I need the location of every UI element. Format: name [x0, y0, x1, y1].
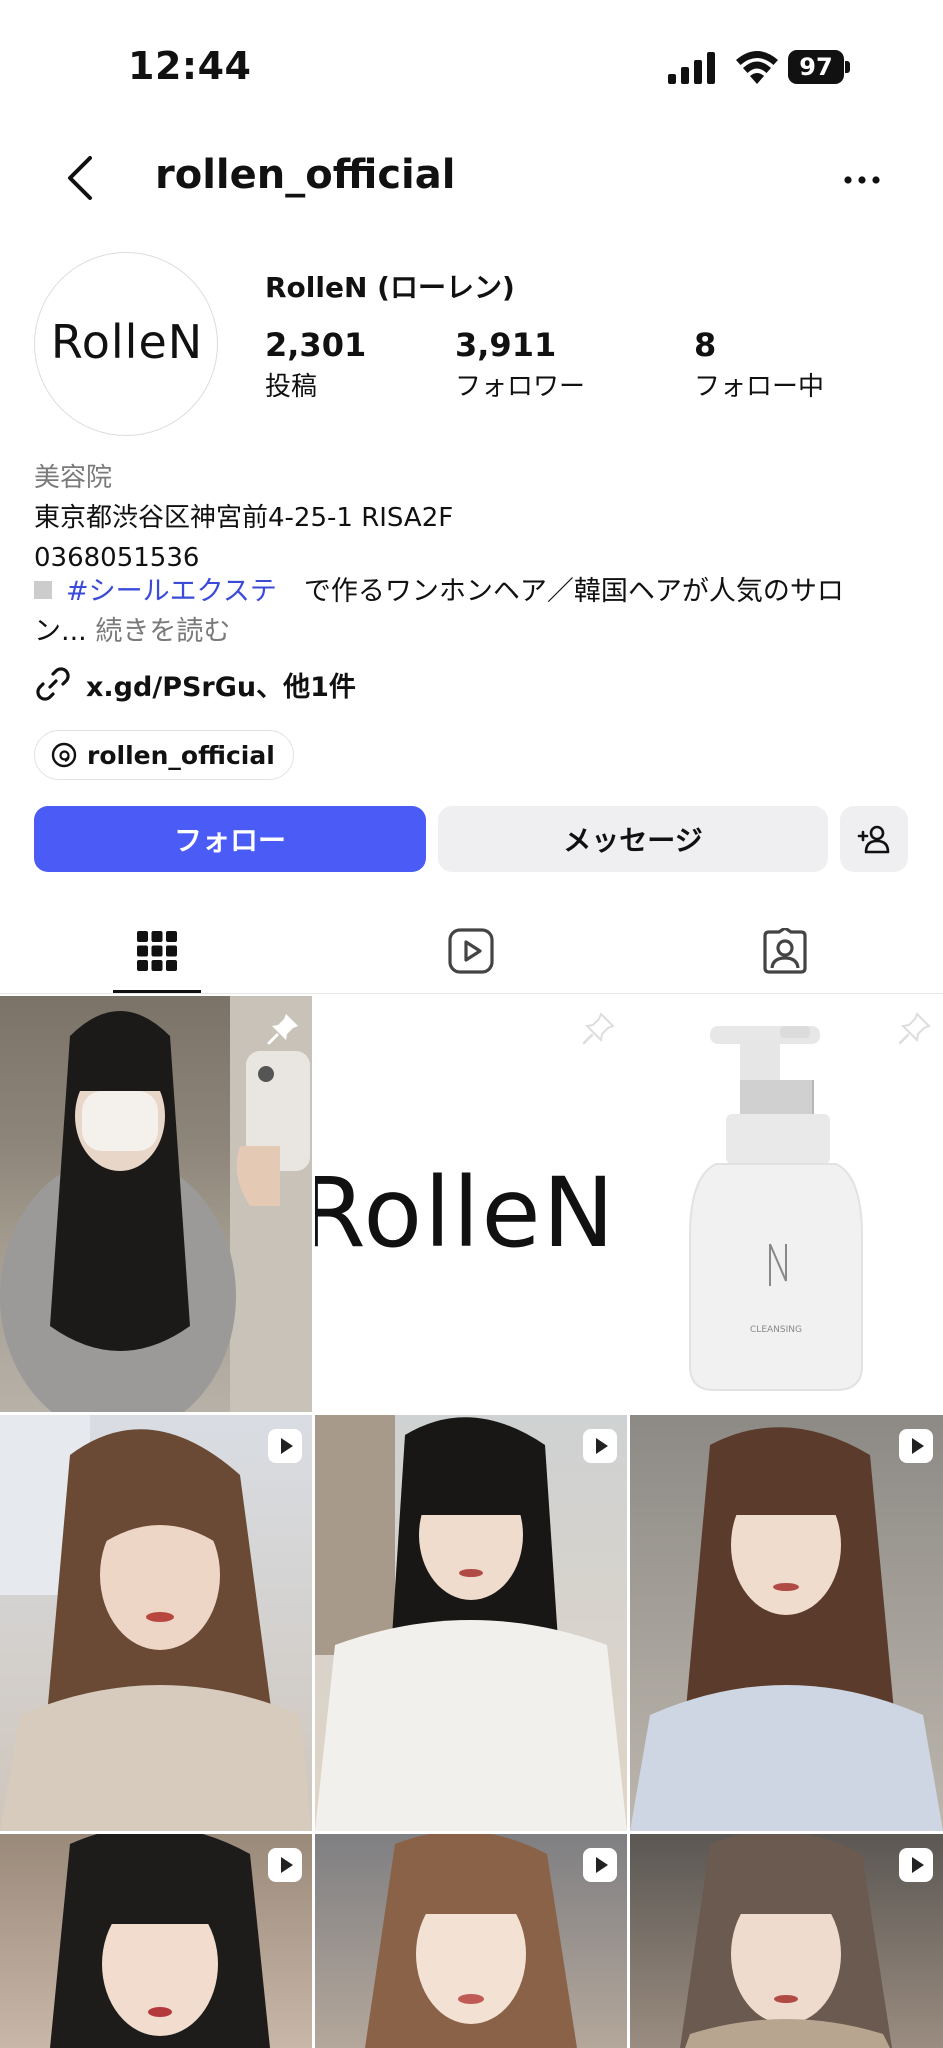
- post-reel-1[interactable]: [0, 1415, 312, 1831]
- battery-icon: 97: [788, 50, 850, 84]
- stat-following-label: フォロー中: [694, 372, 825, 402]
- follow-button[interactable]: フォロー: [34, 806, 426, 872]
- post-8-photo: [365, 1834, 577, 2048]
- post-pinned-2[interactable]: RolleN: [315, 996, 627, 1412]
- bio-address[interactable]: 東京都渋谷区神宮前4-25-1 RISA2F: [34, 498, 914, 538]
- reel-icon: [899, 1429, 933, 1463]
- bio-hashtag-link[interactable]: #シールエクステ: [66, 576, 277, 607]
- threads-profile-chip[interactable]: rollen_official: [34, 730, 294, 780]
- pinned-icon: [898, 1012, 931, 1045]
- bio-more-link[interactable]: 続きを読む: [95, 616, 230, 647]
- post-reel-6[interactable]: [630, 1834, 943, 2048]
- display-name: RolleN (ローレン): [265, 271, 515, 304]
- reel-icon: [583, 1429, 617, 1463]
- post-2-logo-text: RolleN: [315, 1157, 616, 1269]
- tagged-person-icon: [763, 928, 807, 974]
- tab-reels[interactable]: [314, 908, 628, 994]
- wifi-icon: [736, 51, 778, 84]
- bio-bullet-square: [34, 580, 52, 599]
- grid-icon: [137, 931, 177, 971]
- suggest-users-button[interactable]: [840, 806, 908, 872]
- post-9-photo: [680, 1834, 892, 2048]
- link-chain-icon: [36, 667, 70, 701]
- tab-tagged[interactable]: [628, 908, 942, 994]
- post-reel-5[interactable]: [315, 1834, 627, 2048]
- stat-following-value: 8: [694, 326, 717, 364]
- stat-posts[interactable]: 2,301 投稿: [265, 326, 366, 403]
- external-link[interactable]: x.gd/PSrGu、他1件: [34, 664, 356, 704]
- bio-description: #シールエクステ で作るワンホンヘア／韓国ヘアが人気のサロ ン... 続きを読む: [34, 572, 914, 652]
- stat-posts-label: 投稿: [265, 372, 318, 402]
- tab-posts-grid[interactable]: [0, 908, 314, 994]
- pinned-icon: [267, 1014, 298, 1045]
- post-reel-2[interactable]: [315, 1415, 627, 1831]
- post-pinned-3[interactable]: CLEANSING: [630, 996, 943, 1412]
- bio-category: 美容院: [34, 463, 113, 493]
- more-options-icon[interactable]: [840, 160, 884, 200]
- post-6-photo: [630, 1427, 943, 1831]
- page-title-username: rollen_official: [155, 152, 456, 198]
- profile-avatar[interactable]: RolleN: [34, 252, 218, 436]
- cellular-signal-icon: [668, 52, 715, 84]
- message-button[interactable]: メッセージ: [438, 806, 828, 872]
- external-link-text: x.gd/PSrGu、他1件: [86, 671, 356, 703]
- status-time: 12:44: [128, 44, 252, 88]
- threads-icon: [51, 742, 77, 768]
- avatar-logo-text: RolleN: [50, 315, 204, 369]
- bio-description-text: で作るワンホンヘア／韓国ヘアが人気のサロ: [276, 576, 844, 607]
- bottle-label-text: CLEANSING: [750, 1325, 802, 1335]
- post-3-product-image: CLEANSING: [689, 1026, 863, 1391]
- stat-posts-value: 2,301: [265, 326, 367, 364]
- battery-level: 97: [788, 50, 844, 84]
- post-pinned-1[interactable]: [0, 996, 312, 1412]
- stat-followers-value: 3,911: [455, 326, 557, 364]
- reel-icon: [583, 1848, 617, 1882]
- post-5-photo: [315, 1415, 627, 1831]
- stat-followers-label: フォロワー: [455, 372, 586, 402]
- reel-icon: [268, 1848, 302, 1882]
- pinned-icon: [582, 1012, 615, 1045]
- post-reel-4[interactable]: [0, 1834, 312, 2048]
- post-7-photo: [50, 1834, 270, 2048]
- post-reel-3[interactable]: [630, 1415, 943, 1831]
- reel-icon: [268, 1429, 302, 1463]
- status-bar: 12:44 97: [0, 0, 943, 140]
- reels-play-icon: [448, 928, 494, 974]
- bio-description-line2: ン...: [34, 616, 87, 647]
- add-person-icon: [857, 825, 890, 854]
- back-arrow-icon[interactable]: [60, 152, 100, 204]
- threads-handle: rollen_official: [87, 740, 275, 770]
- post-4-photo: [0, 1415, 312, 1831]
- stat-following[interactable]: 8 フォロー中: [694, 326, 824, 403]
- reel-icon: [899, 1848, 933, 1882]
- tabs-divider: [0, 993, 943, 994]
- post-2-logo-image: RolleN: [315, 1157, 616, 1269]
- post-1-photo: [0, 996, 312, 1412]
- stat-followers[interactable]: 3,911 フォロワー: [455, 326, 585, 403]
